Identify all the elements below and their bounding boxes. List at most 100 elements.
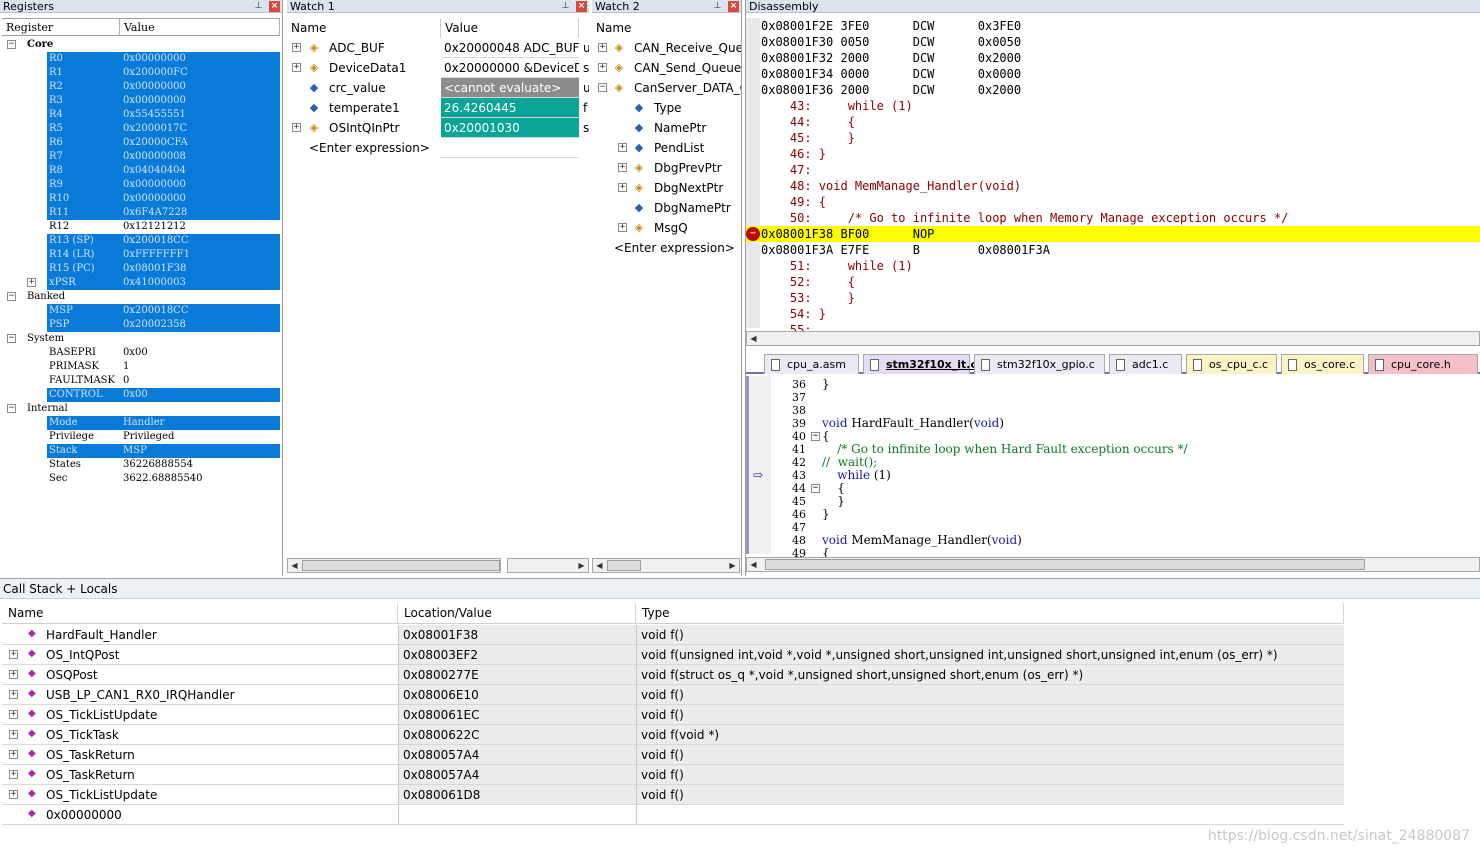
register-value[interactable]: 0x41000003 [122,276,280,290]
scroll-right-icon[interactable]: ▶ [726,559,739,572]
register-value[interactable]: Handler [122,416,280,430]
register-row[interactable]: Sec 3622.68885540 [2,472,282,486]
register-value[interactable]: 0x55455551 [122,108,280,122]
watch-row[interactable]: + ◈ OSIntQInPtr 0x20001030 s [287,118,589,138]
register-row[interactable]: CONTROL 0x00 [2,388,282,402]
asm-line[interactable]: 0x08001F3A E7FE B 0x08001F3A [746,242,1480,258]
editor-hscroll[interactable]: ◀ [746,557,1480,572]
callstack-name-cell[interactable]: + ◆ OS_TickListUpdate [2,785,398,805]
register-value[interactable]: 1 [122,360,280,374]
watch-row[interactable]: + ◆ PendList [592,138,741,158]
code-line[interactable]: 39 void HardFault_Handler(void) [749,417,1480,431]
expand-icon[interactable]: + [618,223,627,232]
register-row[interactable]: PSP 0x20002358 [2,318,282,332]
register-row[interactable]: + xPSR 0x41000003 [2,276,282,290]
source-line[interactable]: 53: } [746,290,1480,306]
watch-row[interactable]: + ◈ DbgNextPtr [592,178,741,198]
callstack-row[interactable]: + ◆ OS_TaskReturn 0x080057A4 void f() [2,745,1344,765]
code-line[interactable]: 37 [749,391,1480,404]
code-line[interactable]: 36} [749,378,1480,392]
code-line[interactable]: 45 } [749,495,1480,509]
collapse-icon[interactable]: − [7,40,16,49]
register-value[interactable]: 36226888554 [122,458,280,472]
callstack-name-cell[interactable]: + ◆ OS_TickListUpdate [2,705,398,725]
location-value[interactable]: 0x080061D8 [398,785,636,805]
register-value[interactable]: Privileged [122,430,280,444]
register-row[interactable]: R6 0x20000CFA [2,136,282,150]
expand-icon[interactable]: + [9,770,18,779]
location-value[interactable]: 0x080061EC [398,705,636,725]
watch-value-empty[interactable] [441,138,579,158]
register-value[interactable]: 0xFFFFFFF1 [122,248,280,262]
register-value[interactable]: MSP [122,444,280,458]
expand-icon[interactable]: + [9,670,18,679]
enter-expression[interactable]: <Enter expression> [309,138,430,158]
register-row[interactable]: Stack MSP [2,444,282,458]
callstack-name-cell[interactable]: + ◆ USB_LP_CAN1_RX0_IRQHandler [2,685,398,705]
watch-value[interactable]: 0x20000048 ADC_BUF [441,38,579,58]
asm-line[interactable]: ➡ 0x08001F38 BF00 NOP [746,226,1480,242]
callstack-row[interactable]: ◆ HardFault_Handler 0x08001F38 void f() [2,625,1344,645]
watch1-hscroll-right[interactable]: ▶ [507,558,589,573]
watch-row[interactable]: + ◈ DbgPrevPtr [592,158,741,178]
collapse-icon[interactable]: − [7,334,16,343]
disassembly-hscroll[interactable]: ◀ [746,331,1480,346]
expand-icon[interactable]: + [292,43,301,52]
callstack-name-cell[interactable]: + ◆ OSQPost [2,665,398,685]
col-value[interactable]: Value [441,18,579,38]
code-line[interactable]: ⇨ 43 while (1) [749,468,1480,482]
register-value[interactable]: 0x00000000 [122,80,280,94]
source-line[interactable]: 43: while (1) [746,98,1480,114]
register-row[interactable]: R10 0x00000000 [2,192,282,206]
register-value[interactable]: 0x08001F38 [122,262,280,276]
callstack-name-cell[interactable]: + ◆ OS_TaskReturn [2,765,398,785]
register-value[interactable]: 0x6F4A7228 [122,206,280,220]
col-location[interactable]: Location/Value [398,603,636,624]
asm-line[interactable]: 0x08001F34 0000 DCW 0x0000 [746,66,1480,82]
register-row[interactable]: R15 (PC) 0x08001F38 [2,262,282,276]
register-row[interactable]: R12 0x12121212 [2,220,282,234]
col-value[interactable]: Value [120,19,280,36]
register-row[interactable]: R8 0x04040404 [2,164,282,178]
code-line[interactable]: 46} [749,508,1480,522]
register-value[interactable]: 0x200000FC [122,66,280,80]
expand-icon[interactable]: + [9,750,18,759]
scroll-left-icon[interactable]: ◀ [593,559,606,572]
watch-row[interactable]: − ◈ CanServer_DATA_Q [592,78,741,98]
callstack-row[interactable]: + ◆ USB_LP_CAN1_RX0_IRQHandler 0x08006E10 vo… [2,685,1344,705]
expand-icon[interactable]: + [9,790,18,799]
pin-icon[interactable]: ⊥ [713,1,722,12]
scroll-thumb[interactable] [765,559,1365,570]
register-value[interactable]: 0x00000000 [122,94,280,108]
register-row[interactable]: PRIMASK 1 [2,360,282,374]
register-row[interactable]: MSP 0x200018CC [2,304,282,318]
source-line[interactable]: 47: [746,162,1480,178]
callstack-row[interactable]: + ◆ OS_IntQPost 0x08003EF2 void f(unsigned i… [2,645,1344,665]
pin-icon[interactable]: ⊥ [254,1,263,12]
col-name[interactable]: Name [592,18,741,38]
register-value[interactable]: 0 [122,374,280,388]
scroll-left-icon[interactable]: ◀ [747,558,760,571]
register-row[interactable]: − Core [2,38,282,52]
enter-expression-row[interactable]: <Enter expression> [592,238,741,258]
expand-icon[interactable]: + [27,278,36,287]
watch-row[interactable]: + ◈ MsgQ [592,218,741,238]
register-row[interactable]: R4 0x55455551 [2,108,282,122]
watch-row[interactable]: + ◈ ADC_BUF 0x20000048 ADC_BUF u [287,38,589,58]
register-value[interactable]: 0x2000017C [122,122,280,136]
collapse-icon[interactable]: − [598,83,607,92]
callstack-name-cell[interactable]: ◆ HardFault_Handler [2,625,398,645]
disassembly-view[interactable]: 0x08001F2E 3FE0 DCW 0x3FE0 0x08001F30 005… [746,18,1480,337]
expand-icon[interactable]: + [292,63,301,72]
register-value[interactable]: 0x20002358 [122,318,280,332]
asm-line[interactable]: 0x08001F32 2000 DCW 0x2000 [746,50,1480,66]
tab-os-core-c[interactable]: os_core.c [1281,354,1364,374]
register-row[interactable]: R3 0x00000000 [2,94,282,108]
register-row[interactable]: − Internal [2,402,282,416]
fold-icon[interactable]: − [811,432,820,441]
register-value[interactable]: 0x00 [122,346,280,360]
watch-row[interactable]: + ◈ DeviceData1 0x20000000 &DeviceDa... s [287,58,589,78]
location-value[interactable]: 0x08006E10 [398,685,636,705]
source-line[interactable]: 48: void MemManage_Handler(void) [746,178,1480,194]
scroll-left-icon[interactable]: ◀ [288,559,301,572]
